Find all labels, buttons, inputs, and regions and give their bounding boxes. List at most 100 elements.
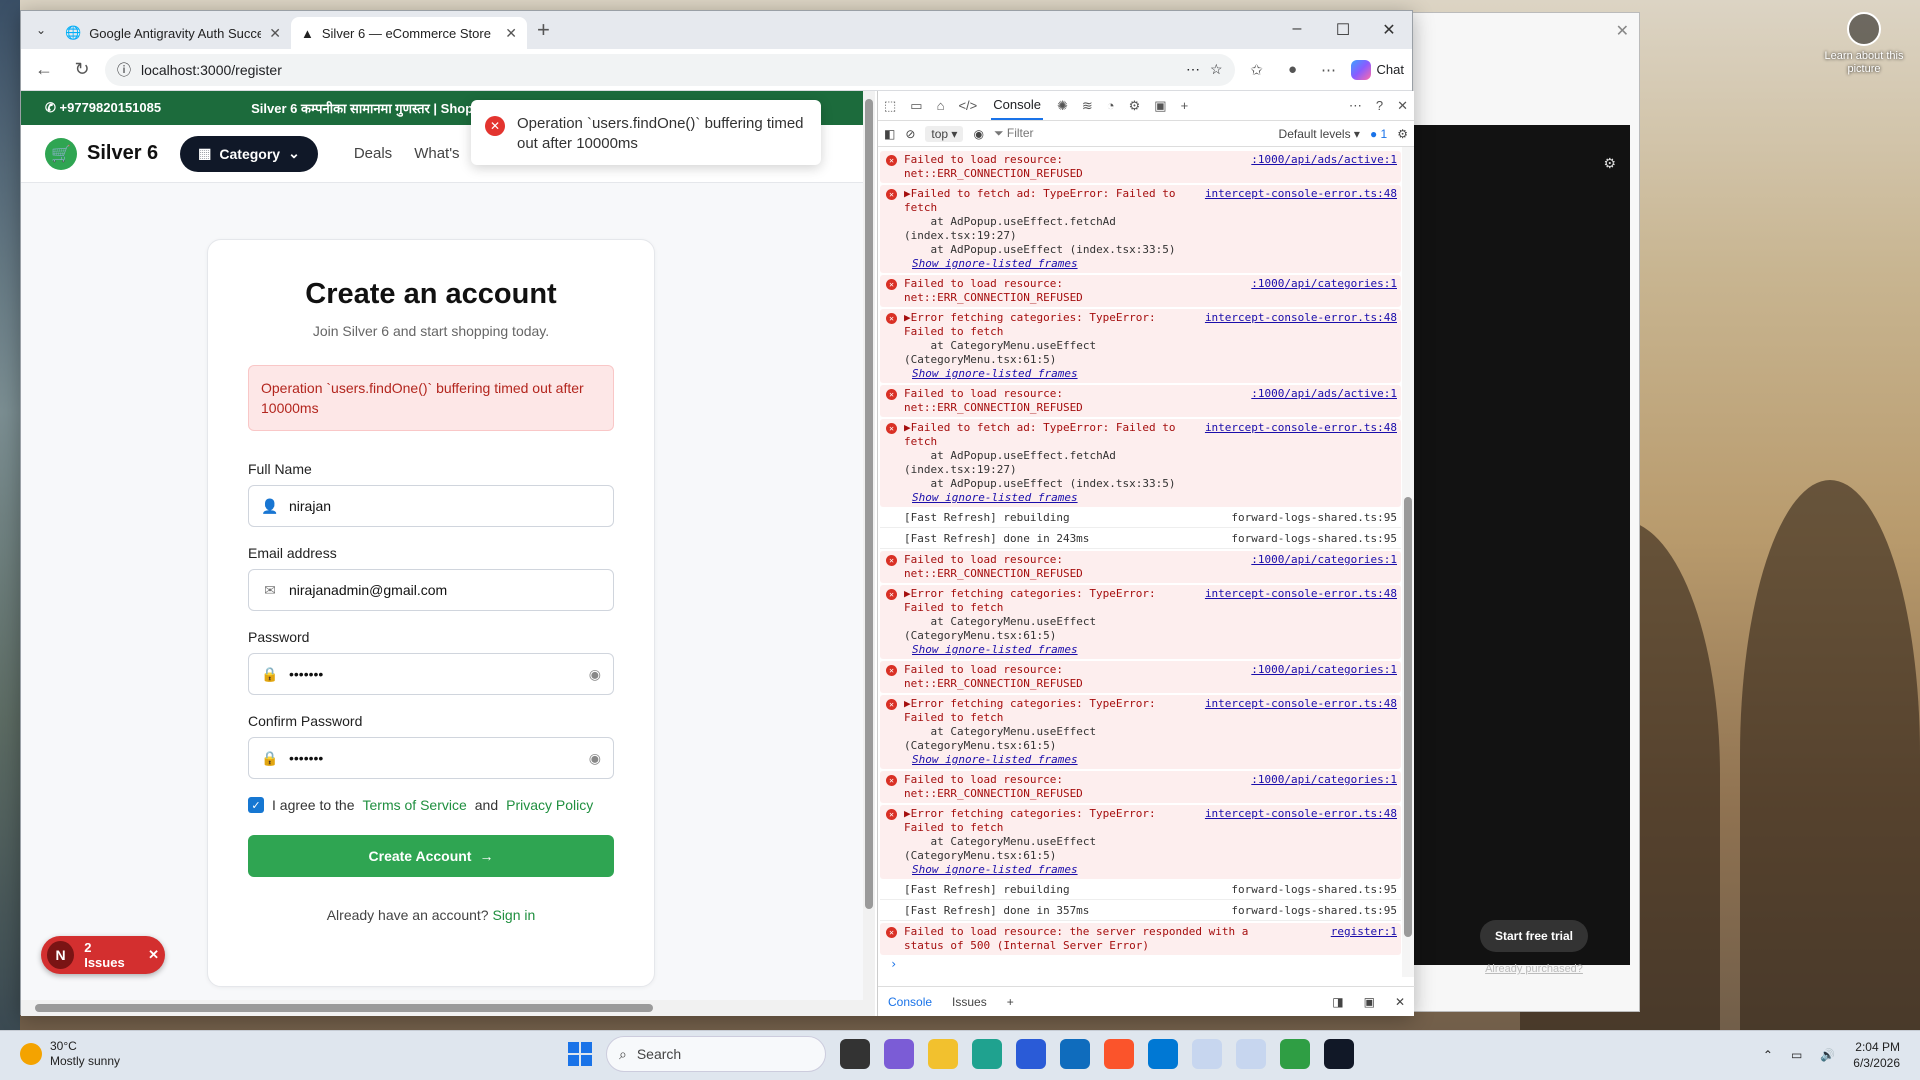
filter-input[interactable]: ⏷ Filter bbox=[994, 126, 1269, 141]
clock[interactable]: 2:04 PM 6/3/2026 bbox=[1853, 1039, 1900, 1071]
clear-console-icon[interactable]: ⊘ bbox=[905, 127, 915, 141]
weather-widget[interactable]: 30°C Mostly sunny bbox=[20, 1039, 120, 1069]
console-scrollbar[interactable] bbox=[1402, 147, 1414, 977]
settings-icon[interactable]: ⚙ bbox=[1603, 155, 1616, 172]
log-source-link[interactable]: :1000/api/ads/active:1 bbox=[1251, 153, 1397, 181]
star-icon[interactable]: ☆ bbox=[1210, 61, 1223, 78]
close-drawer-icon[interactable]: ✕ bbox=[1395, 995, 1405, 1009]
log-stack[interactable]: at CategoryMenu.useEffect (CategoryMenu.… bbox=[904, 615, 1199, 643]
horizontal-scrollbar[interactable] bbox=[21, 1000, 863, 1016]
network-icon[interactable]: ▭ bbox=[1791, 1048, 1802, 1062]
signin-link[interactable]: Sign in bbox=[492, 907, 535, 923]
more-tools-icon[interactable]: ⋯ bbox=[1349, 98, 1362, 114]
more-icon[interactable]: ⋯ bbox=[1186, 61, 1200, 78]
taskbar-search[interactable]: ⌕ Search bbox=[606, 1036, 826, 1072]
log-source-link[interactable]: forward-logs-shared.ts:95 bbox=[1231, 904, 1397, 918]
mongodb-icon[interactable] bbox=[1280, 1039, 1310, 1069]
already-purchased-link[interactable]: Already purchased? bbox=[1482, 963, 1586, 975]
log-stack[interactable]: at CategoryMenu.useEffect (CategoryMenu.… bbox=[904, 835, 1199, 863]
log-source-link[interactable]: :1000/api/categories:1 bbox=[1251, 663, 1397, 691]
eye-icon[interactable]: ◉ bbox=[589, 666, 601, 683]
nav-deals[interactable]: Deals bbox=[354, 145, 392, 162]
privacy-link[interactable]: Privacy Policy bbox=[506, 797, 593, 813]
minimize-icon[interactable]: – bbox=[1274, 20, 1320, 40]
help-icon[interactable]: ? bbox=[1376, 98, 1383, 113]
levels-select[interactable]: Default levels ▾ bbox=[1279, 127, 1360, 141]
console-settings-icon[interactable]: ⚙ bbox=[1397, 127, 1408, 141]
new-tab-icon[interactable]: + bbox=[537, 17, 550, 43]
log-stack[interactable]: at AdPopup.useEffect.fetchAd (index.tsx:… bbox=[904, 215, 1199, 257]
console-error-entry[interactable]: ✕ ▶Failed to fetch ad: TypeError: Failed … bbox=[880, 419, 1401, 507]
password-field[interactable]: 🔒 ••••••• ◉ bbox=[248, 653, 614, 695]
drawer-tab-console[interactable]: Console bbox=[888, 995, 932, 1009]
performance-icon[interactable]: ◔ bbox=[1107, 98, 1115, 113]
sidebar-icon[interactable]: ◧ bbox=[884, 127, 895, 141]
log-source-link[interactable]: intercept-console-error.ts:48 bbox=[1205, 421, 1397, 505]
console-info-entry[interactable]: [Fast Refresh] rebuilding forward-logs-sh… bbox=[880, 509, 1401, 528]
issues-badge[interactable]: N 2 Issues ✕ bbox=[41, 936, 165, 974]
console-error-entry[interactable]: ✕ ▶Error fetching categories: TypeError: … bbox=[880, 309, 1401, 383]
home-icon[interactable]: ⌂ bbox=[937, 98, 945, 113]
full-name-field[interactable]: 👤 nirajan bbox=[248, 485, 614, 527]
start-icon[interactable] bbox=[568, 1042, 592, 1066]
terms-link[interactable]: Terms of Service bbox=[363, 797, 467, 813]
context-select[interactable]: top ▾ bbox=[925, 125, 964, 142]
m365-icon[interactable] bbox=[884, 1039, 914, 1069]
log-source-link[interactable]: intercept-console-error.ts:48 bbox=[1205, 807, 1397, 877]
site-info-icon[interactable]: ⓘ bbox=[117, 60, 131, 80]
edge-icon[interactable] bbox=[972, 1039, 1002, 1069]
console-error-entry[interactable]: ✕ Failed to load resource: net::ERR_CONNE… bbox=[880, 151, 1401, 183]
log-source-link[interactable]: forward-logs-shared.ts:95 bbox=[1231, 511, 1397, 525]
console-info-entry[interactable]: [Fast Refresh] rebuilding forward-logs-sh… bbox=[880, 881, 1401, 900]
maximize-icon[interactable]: ☐ bbox=[1320, 20, 1366, 40]
show-ignore-listed-link[interactable]: Show ignore-listed frames bbox=[912, 491, 1199, 505]
show-ignore-listed-link[interactable]: Show ignore-listed frames bbox=[912, 753, 1199, 767]
agree-checkbox[interactable]: ✓ bbox=[248, 797, 264, 813]
start-free-trial-button[interactable]: Start free trial bbox=[1480, 920, 1588, 952]
close-tab-icon[interactable]: ✕ bbox=[269, 25, 281, 42]
network-icon[interactable]: ≋ bbox=[1082, 98, 1093, 114]
outlook-icon[interactable] bbox=[1060, 1039, 1090, 1069]
confirm-password-field[interactable]: 🔒 ••••••• ◉ bbox=[248, 737, 614, 779]
log-source-link[interactable]: :1000/api/categories:1 bbox=[1251, 773, 1397, 801]
log-source-link[interactable]: :1000/api/categories:1 bbox=[1251, 277, 1397, 305]
show-ignore-listed-link[interactable]: Show ignore-listed frames bbox=[912, 367, 1199, 381]
console-error-entry[interactable]: ✕ Failed to load resource: net::ERR_CONNE… bbox=[880, 661, 1401, 693]
nav-whats[interactable]: What's bbox=[414, 145, 459, 162]
console-error-entry[interactable]: ✕ ▶Error fetching categories: TypeError: … bbox=[880, 585, 1401, 659]
tab-search-icon[interactable]: ⌄ bbox=[27, 16, 55, 44]
eye-icon[interactable]: ◉ bbox=[973, 127, 983, 141]
console-error-entry[interactable]: ✕ Failed to load resource: net::ERR_CONNE… bbox=[880, 275, 1401, 307]
profile-icon[interactable]: ● bbox=[1279, 61, 1307, 78]
close-tab-icon[interactable]: ✕ bbox=[505, 25, 517, 42]
tab-antigravity[interactable]: 🌐 Google Antigravity Auth Success ✕ bbox=[55, 17, 291, 49]
menu-icon[interactable]: ⋯ bbox=[1315, 61, 1343, 79]
store-icon[interactable] bbox=[1016, 1039, 1046, 1069]
application-icon[interactable]: ▣ bbox=[1154, 98, 1166, 114]
vscode-icon[interactable] bbox=[1148, 1039, 1178, 1069]
log-source-link[interactable]: :1000/api/ads/active:1 bbox=[1251, 387, 1397, 415]
reload-icon[interactable]: ↻ bbox=[67, 59, 97, 80]
show-ignore-listed-link[interactable]: Show ignore-listed frames bbox=[912, 257, 1199, 271]
address-bar[interactable]: ⓘ localhost:3000/register ⋯ ☆ bbox=[105, 53, 1235, 86]
console-prompt[interactable]: › bbox=[890, 957, 897, 971]
log-stack[interactable]: at AdPopup.useEffect.fetchAd (index.tsx:… bbox=[904, 449, 1199, 491]
issue-count[interactable]: ● 1 bbox=[1370, 127, 1387, 141]
console-info-entry[interactable]: [Fast Refresh] done in 357ms forward-logs… bbox=[880, 902, 1401, 921]
add-drawer-tab-icon[interactable]: + bbox=[1007, 995, 1014, 1009]
tab-silver6[interactable]: ▲ Silver 6 — eCommerce Store ✕ bbox=[291, 17, 527, 49]
bug-icon[interactable]: ✺ bbox=[1057, 98, 1068, 114]
brand-logo[interactable]: 🛒 Silver 6 bbox=[45, 137, 158, 170]
app-icon[interactable] bbox=[1236, 1039, 1266, 1069]
device-icon[interactable]: ▭ bbox=[910, 98, 922, 114]
volume-icon[interactable]: 🔊 bbox=[1820, 1048, 1835, 1062]
log-source-link[interactable]: :1000/api/categories:1 bbox=[1251, 553, 1397, 581]
learn-about-picture[interactable]: Learn about this picture bbox=[1820, 12, 1908, 76]
category-button[interactable]: ▦ Category ⌄ bbox=[180, 135, 318, 172]
log-stack[interactable]: at CategoryMenu.useEffect (CategoryMenu.… bbox=[904, 339, 1199, 367]
console-error-entry[interactable]: ✕ Failed to load resource: net::ERR_CONNE… bbox=[880, 771, 1401, 803]
console-error-entry[interactable]: ✕ ▶Error fetching categories: TypeError: … bbox=[880, 695, 1401, 769]
close-devtools-icon[interactable]: ✕ bbox=[1397, 98, 1408, 114]
log-source-link[interactable]: intercept-console-error.ts:48 bbox=[1205, 187, 1397, 271]
back-icon[interactable]: ← bbox=[29, 59, 59, 80]
